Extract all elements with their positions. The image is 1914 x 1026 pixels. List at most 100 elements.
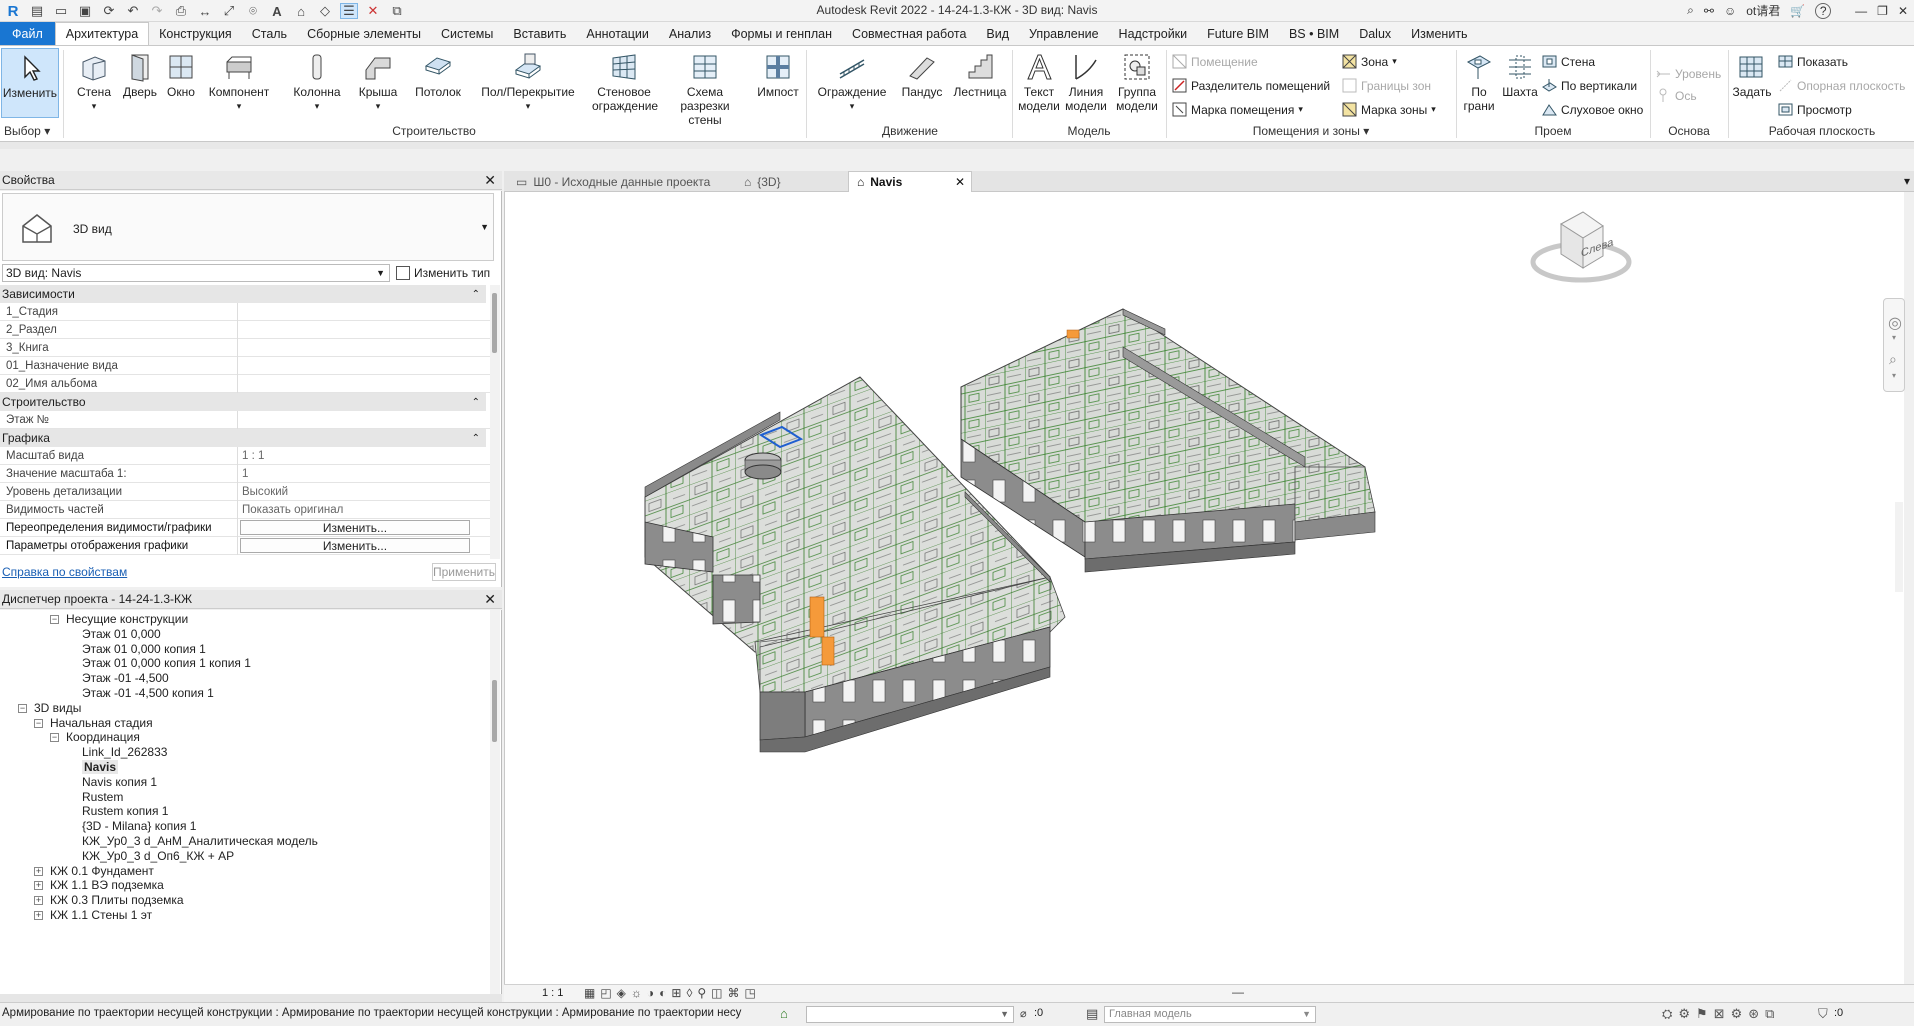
steering-wheel-dropdown-icon[interactable]: ▾ [1892,333,1896,342]
browser-item[interactable]: Этаж -01 -4,500 [82,671,169,685]
prop-value[interactable]: Показать оригинал [238,504,343,516]
browser-item[interactable]: КЖ 0.3 Плиты подземка [50,893,184,907]
browser-item[interactable]: КЖ 0.1 Фундамент [50,864,154,878]
user-name[interactable]: ot请君 [1746,2,1780,19]
browser-item[interactable]: Rustem [82,790,123,804]
browser-item[interactable]: Этаж -01 -4,500 копия 1 [82,686,214,700]
viewcube[interactable]: Слева [1521,200,1641,300]
grid-button[interactable]: Ось [1656,88,1697,103]
redo-icon[interactable]: ↷ [148,3,166,19]
component-button[interactable]: Компонент ▾ [206,48,272,113]
zoom-icon[interactable]: ⌕ [1889,351,1897,368]
roof-button[interactable]: Крыша ▾ [356,48,400,113]
tree-toggle-icon[interactable]: − [50,615,59,624]
ribbon-tab-1[interactable]: Архитектура [54,22,150,45]
room-button[interactable]: Помещение [1172,54,1258,69]
save-icon[interactable]: ▣ [76,3,94,19]
vertical-opening-button[interactable]: По вертикали [1542,78,1637,93]
text-icon[interactable]: A [268,3,286,19]
binoculars-icon[interactable]: ⚯ [1704,4,1714,18]
ref-plane-button[interactable]: Опорная плоскость [1778,78,1905,93]
ribbon-tab-14[interactable]: Future BIM [1197,22,1279,45]
railing-button[interactable]: Ограждение ▾ [812,48,892,113]
browser-item[interactable]: 3D виды [34,701,81,715]
room-separator-button[interactable]: Разделитель помещений [1172,78,1330,93]
tree-toggle-icon[interactable]: − [34,718,43,728]
ribbon-tab-0[interactable]: Файл [0,22,55,45]
open-icon[interactable]: ▤ [28,3,46,19]
ribbon-tab-16[interactable]: Dalux [1349,22,1401,45]
ribbon-tab-8[interactable]: Анализ [659,22,721,45]
properties-close-icon[interactable]: ✕ [484,172,496,189]
ribbon-tab-7[interactable]: Аннотации [576,22,658,45]
tree-toggle-icon[interactable]: + [34,896,43,906]
model-text-button[interactable]: Текст модели [1016,48,1062,113]
sync-icon[interactable]: ⟳ [100,3,118,19]
minimize-button[interactable]: — [1855,4,1867,18]
ribbon-tab-10[interactable]: Совместная работа [842,22,976,45]
rooms-group-label[interactable]: Помещения и зоны ▾ [1168,124,1454,138]
3d-viewport[interactable]: Слева ◎ ▾ ⌕ ▾ [504,192,1905,984]
revit-logo-icon[interactable]: R [4,3,22,20]
browser-item[interactable]: КЖ 1.1 Стены 1 эт [50,908,152,922]
tree-toggle-icon[interactable]: − [18,703,27,713]
collapse-icon[interactable]: ⌃ [472,289,480,300]
browser-item[interactable]: Rustem копия 1 [82,804,168,818]
apply-button[interactable]: Применить [432,563,496,581]
wall-button[interactable]: Стена ▾ [72,48,116,113]
prop-row[interactable]: 2_Раздел [0,320,490,339]
area-tag-button[interactable]: Марка зоны ▾ [1342,102,1436,117]
curtain-wall-button[interactable]: Стеновое ограждение [592,48,658,113]
user-icon[interactable]: ☺ [1724,4,1736,18]
tree-toggle-icon[interactable]: + [34,881,43,891]
set-workplane-button[interactable]: Задать [1730,48,1774,99]
browser-item[interactable]: Координация [66,730,140,744]
area-boundary-button[interactable]: Границы зон [1342,78,1431,93]
model-group-button[interactable]: Группа модели [1110,48,1164,113]
select-dropdown[interactable]: Выбор ▾ [4,124,60,138]
prop-row[interactable]: Масштаб вида 1 : 1 [0,446,490,465]
display-options-edit-button[interactable]: Изменить... [240,538,470,553]
ribbon-tab-3[interactable]: Сталь [242,22,297,45]
tree-toggle-icon[interactable]: + [34,911,43,920]
prop-row[interactable]: Этаж № [0,410,490,429]
browser-hscroll[interactable] [0,994,502,1002]
tree-toggle-icon[interactable]: − [50,733,59,743]
modify-button[interactable]: Изменить [1,48,59,118]
browser-item[interactable]: Navis копия 1 [82,775,157,789]
browser-item[interactable]: КЖ_Ур0_3 d_Оп6_КЖ + АР [82,849,234,863]
type-dropdown-icon[interactable]: ▼ [480,222,489,232]
workset-icon[interactable]: ⌂ [780,1006,788,1021]
browser-item[interactable]: Начальная стадия [50,716,153,730]
filter-icon[interactable]: ⛉ [1818,1006,1828,1022]
prop-row[interactable]: 01_Назначение вида [0,356,490,375]
ribbon-tab-17[interactable]: Изменить [1401,22,1477,45]
view-tabs-menu-icon[interactable]: ▾ [1904,174,1910,188]
browser-item[interactable]: Link_Id_262833 [82,745,167,759]
browser-close-icon[interactable]: ✕ [484,591,496,608]
browser-item[interactable]: Этаж 01 0,000 [82,627,161,641]
prop-section[interactable]: Зависимости ⌃ [0,285,486,303]
measure-icon[interactable]: ↔ [196,3,214,19]
undo-icon[interactable]: ↶ [124,3,142,19]
window-button[interactable]: Окно [162,48,200,99]
prop-row[interactable]: Уровень детализации Высокий [0,482,490,501]
design-options-icon[interactable]: ▤ [1086,1006,1098,1022]
browser-item[interactable]: Несущие конструкции [66,612,188,626]
zoom-dropdown-icon[interactable]: ▾ [1892,371,1896,380]
dormer-opening-button[interactable]: Слуховое окно [1542,102,1643,117]
shaft-button[interactable]: Шахта [1500,48,1540,99]
prop-section[interactable]: Строительство ⌃ [0,393,486,411]
prop-row[interactable]: 02_Имя альбома [0,374,490,393]
search-icon[interactable]: ⌕ [1687,3,1694,18]
section-icon[interactable]: ◇ [316,3,334,19]
tag-icon[interactable]: ⌾ [244,3,262,19]
ribbon-tab-15[interactable]: BS • BIM [1279,22,1349,45]
restore-button[interactable]: ❐ [1877,4,1888,18]
ribbon-tab-2[interactable]: Конструкция [149,22,242,45]
editable-count-icon[interactable]: ⌀ [1020,1007,1027,1020]
floor-button[interactable]: Пол/Перекрытие ▾ [476,48,580,113]
prop-value[interactable]: 1 [238,468,248,480]
collapse-icon[interactable]: ⌃ [472,433,480,444]
curtain-grid-button[interactable]: Схема разрезки стены [660,48,750,127]
